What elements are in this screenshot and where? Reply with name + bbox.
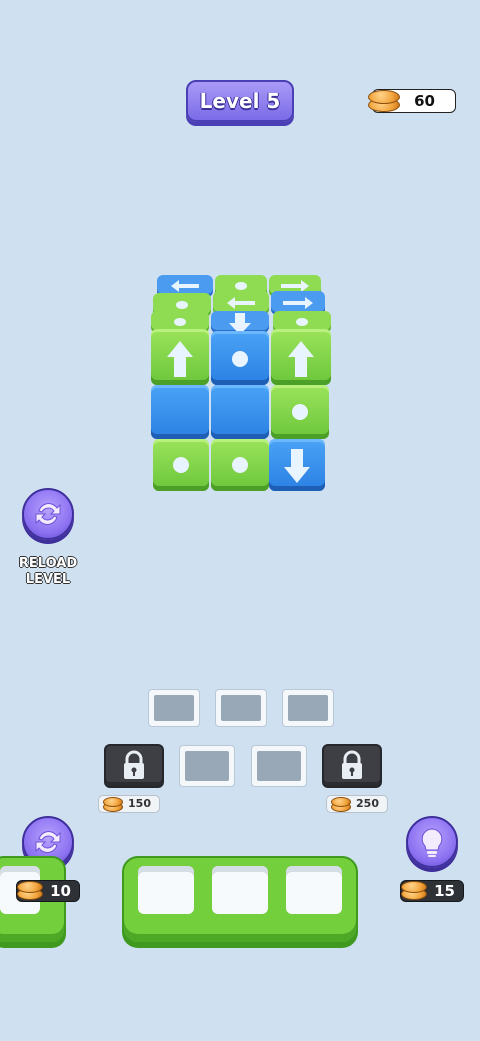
locked-slot-right[interactable] [322,744,382,788]
cube-block[interactable] [269,439,325,491]
coin-icon [331,795,351,813]
cube-block[interactable] [211,439,269,491]
level-indicator: Level 5 [186,80,294,122]
lightbulb-icon [421,828,443,857]
cube-block[interactable] [157,275,213,297]
cube-block[interactable] [271,385,329,439]
reload-icon [35,503,61,525]
cube-block[interactable] [269,275,321,297]
cube-block[interactable] [151,311,209,333]
tray-slot-1 [138,866,194,914]
coin-icon [103,795,123,813]
arrow-left-icon [171,280,199,292]
cube-block[interactable] [153,439,209,491]
lock-price-right-value: 250 [356,797,379,810]
cube-block[interactable] [273,311,331,333]
cube-block[interactable] [211,311,269,335]
level-label: Level 5 [199,89,281,113]
arrow-right-icon [283,297,313,309]
cube-block[interactable] [211,385,269,439]
reload-label-line2: LEVEL [25,572,71,587]
cube-block[interactable] [215,275,267,297]
arrow-down-icon [284,449,310,483]
coin-icon [401,879,427,901]
arrow-down-icon [229,313,251,335]
cube-block[interactable] [213,291,269,315]
cube-block[interactable] [271,329,331,385]
lock-icon [342,750,362,779]
shuffle-icon [35,831,61,853]
reload-level-label: RELOAD LEVEL [12,556,84,588]
cube-block[interactable] [151,385,209,439]
arrow-up-icon [167,341,193,377]
cube-block[interactable] [211,331,269,385]
arrow-right-icon [281,280,309,292]
holding-slot [282,689,334,727]
coin-icon [17,879,43,901]
tray-slot-3 [286,866,342,914]
coin-count: 60 [414,92,435,110]
lock-icon [124,750,144,779]
cube-block[interactable] [151,329,209,385]
hint-cost-value: 15 [434,882,455,900]
holding-slot [251,745,307,787]
reload-level-button[interactable] [22,488,74,540]
shuffle-cost-value: 10 [50,882,71,900]
holding-slot [179,745,235,787]
holding-slot [215,689,267,727]
hint-button[interactable] [406,816,458,868]
holding-slot [148,689,200,727]
lock-price-left-value: 150 [128,797,151,810]
arrow-up-icon [288,341,314,377]
cube-block[interactable] [153,293,211,317]
locked-slot-left[interactable] [104,744,164,788]
arrow-left-icon [227,297,255,309]
tray-slot-2 [212,866,268,914]
cube-block[interactable] [271,291,325,315]
main-tray [122,856,358,944]
reload-label-line1: RELOAD [18,556,78,571]
coin-icon [368,88,400,114]
